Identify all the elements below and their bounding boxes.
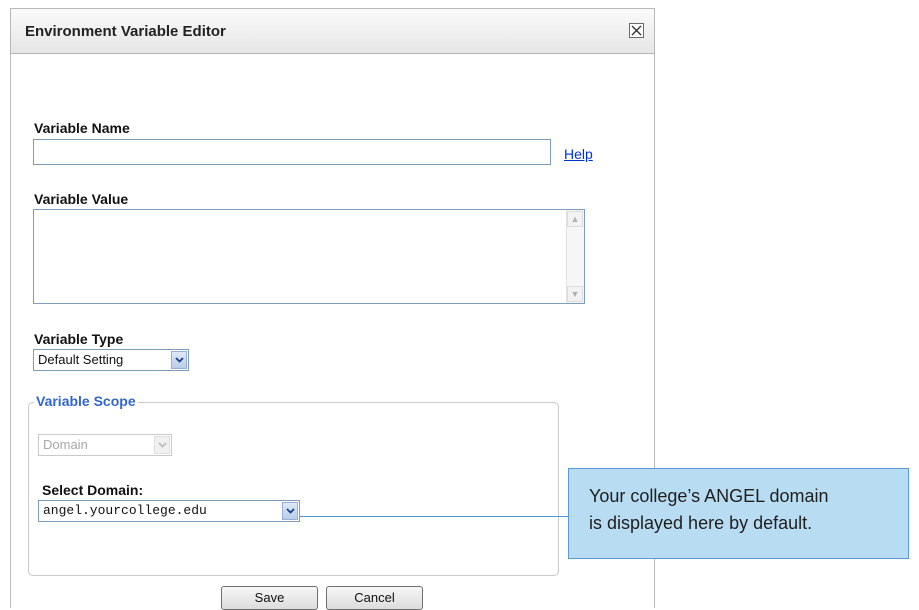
variable-name-label: Variable Name [34, 120, 130, 136]
cancel-button[interactable]: Cancel [326, 586, 423, 610]
domain-value: angel.yourcollege.edu [43, 503, 207, 518]
variable-type-value: Default Setting [38, 352, 124, 367]
dialog-title: Environment Variable Editor [25, 23, 226, 40]
callout-line-2: is displayed here by default. [589, 513, 813, 533]
variable-value-scrollbar[interactable]: ▲ ▼ [566, 210, 584, 303]
variable-type-select[interactable]: Default Setting [33, 349, 189, 371]
chevron-down-icon[interactable] [171, 351, 187, 369]
scroll-up-icon[interactable]: ▲ [567, 211, 583, 227]
chevron-down-icon[interactable] [282, 502, 298, 520]
variable-value-label: Variable Value [34, 191, 129, 207]
scope-value: Domain [43, 437, 88, 452]
callout-line-1: Your college’s ANGEL domain [589, 486, 829, 506]
help-link[interactable]: Help [564, 146, 593, 162]
variable-name-input[interactable] [33, 139, 551, 165]
domain-select[interactable]: angel.yourcollege.edu [38, 500, 300, 522]
scope-select: Domain [38, 434, 172, 456]
dialog-titlebar: Environment Variable Editor [11, 9, 654, 54]
close-icon[interactable] [629, 23, 644, 38]
chevron-down-icon [154, 436, 170, 454]
callout-text: Your college’s ANGEL domain is displayed… [589, 483, 899, 537]
scroll-down-icon[interactable]: ▼ [567, 286, 583, 302]
variable-type-label: Variable Type [34, 331, 124, 347]
save-button[interactable]: Save [221, 586, 318, 610]
variable-scope-legend: Variable Scope [34, 393, 138, 409]
variable-value-textarea[interactable]: ▲ ▼ [33, 209, 585, 304]
select-domain-label: Select Domain: [42, 482, 144, 498]
callout-box: Your college’s ANGEL domain is displayed… [568, 468, 909, 559]
callout-connector-line [300, 516, 568, 517]
